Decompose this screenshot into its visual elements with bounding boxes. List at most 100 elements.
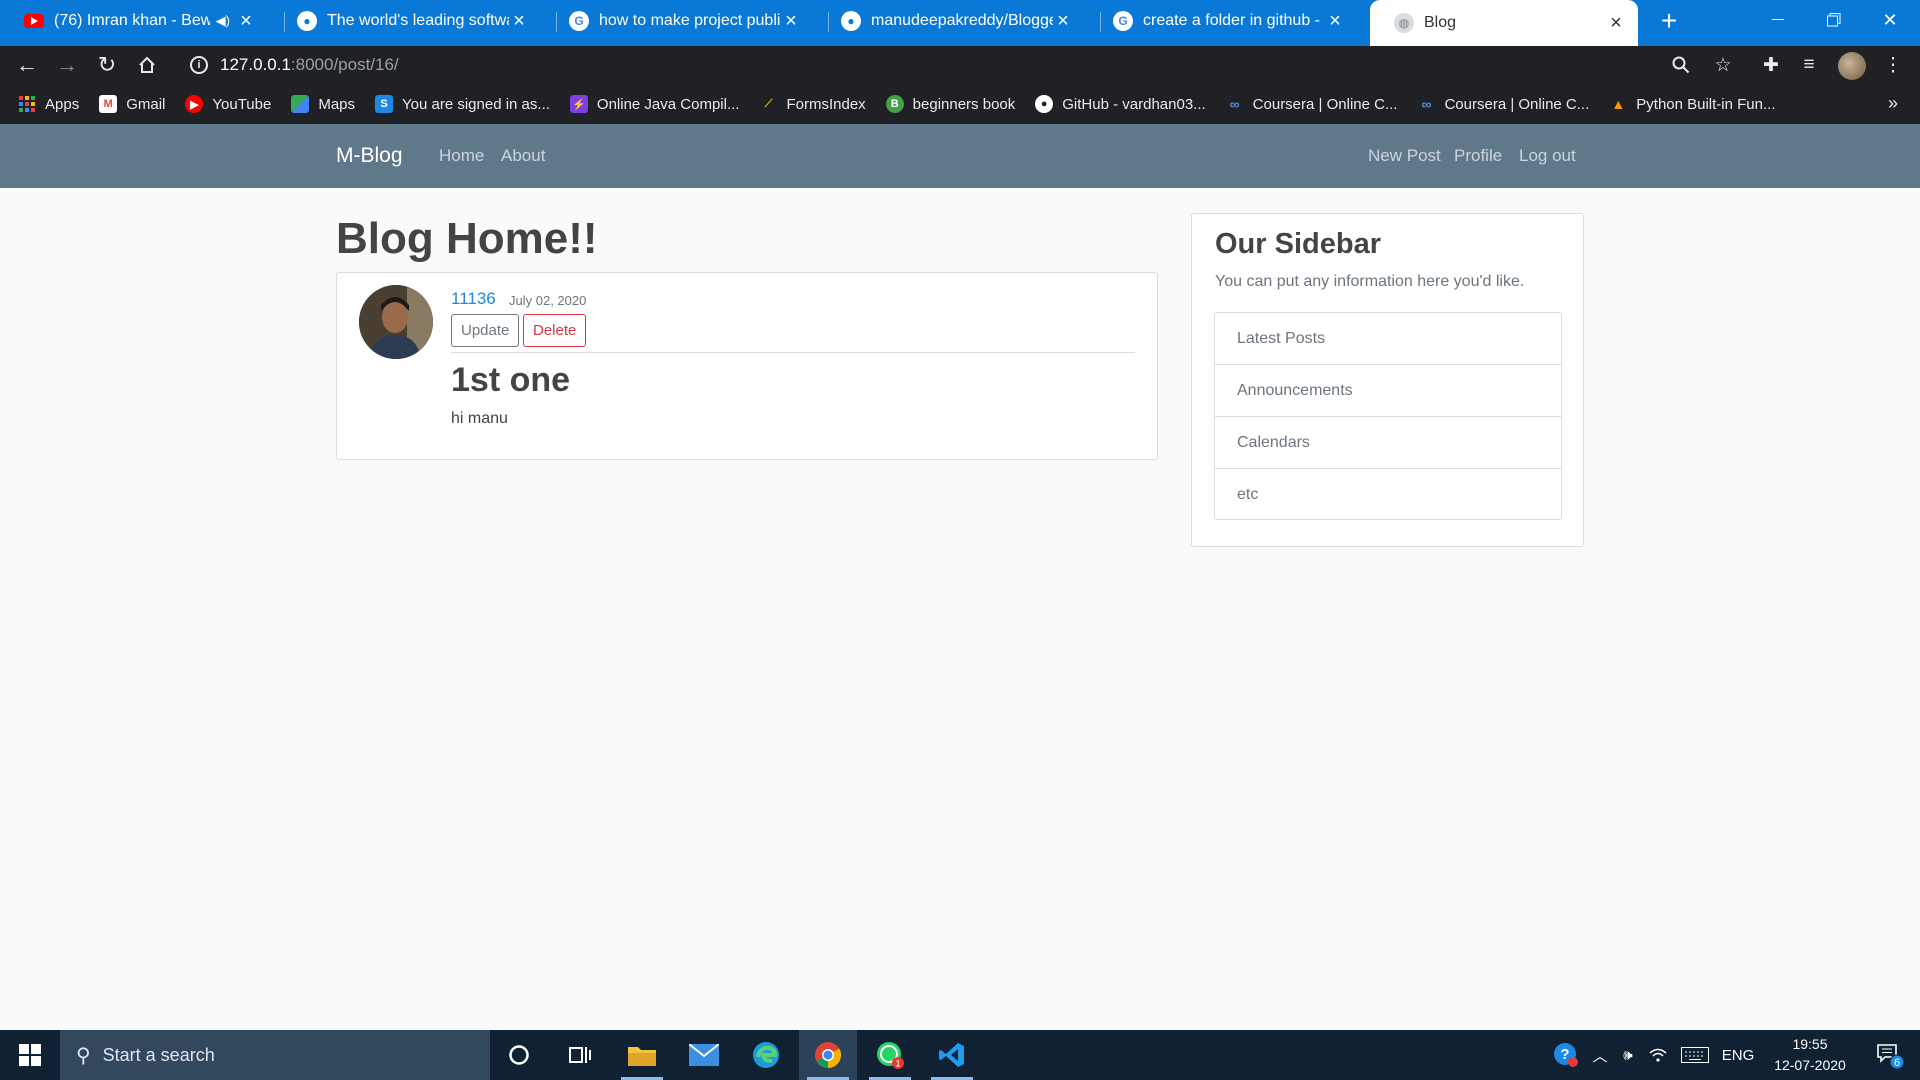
post-author-link[interactable]: 11136 xyxy=(451,289,496,309)
close-tab-icon[interactable]: × xyxy=(781,11,801,31)
tab-title: how to make project public i xyxy=(599,12,781,29)
more-bookmarks-icon[interactable]: » xyxy=(1888,93,1898,114)
author-avatar xyxy=(359,285,433,359)
bookmark-label: Coursera | Online C... xyxy=(1252,95,1398,113)
bookmark-label: YouTube xyxy=(212,95,272,113)
input-language[interactable]: ENG xyxy=(1718,1030,1758,1080)
bookmark-label: Apps xyxy=(45,95,80,113)
bookmark-github[interactable]: ● GitHub - vardhan03... xyxy=(1035,95,1206,113)
system-clock[interactable]: 19:55 12-07-2020 xyxy=(1760,1034,1860,1076)
bookmark-coursera-1[interactable]: ∞ Coursera | Online C... xyxy=(1226,95,1398,113)
bookmark-coursera-2[interactable]: ∞ Coursera | Online C... xyxy=(1417,95,1589,113)
gmail-icon: M xyxy=(99,95,118,113)
close-tab-icon[interactable]: × xyxy=(509,11,529,31)
bolt-icon: ⚡ xyxy=(569,95,588,113)
windows-start-icon[interactable] xyxy=(0,1030,60,1080)
cortana-icon[interactable] xyxy=(490,1030,548,1080)
address-bar[interactable]: i 127.0.0.1:8000/post/16/ xyxy=(176,48,1696,82)
nav-about-link[interactable]: About xyxy=(501,146,545,166)
bookmarks-bar: Apps M Gmail ▶ YouTube Maps S You are si… xyxy=(0,84,1920,124)
google-icon: G xyxy=(1113,11,1133,31)
bookmark-python[interactable]: ▲ Python Built-in Fun... xyxy=(1609,95,1775,113)
nav-new-post-link[interactable]: New Post xyxy=(1368,146,1441,166)
post-title: 1st one xyxy=(451,361,571,399)
github-icon: ● xyxy=(1035,95,1054,113)
back-icon[interactable]: ← xyxy=(12,50,42,80)
forward-icon[interactable]: → xyxy=(52,50,82,80)
tab-github-repo[interactable]: ● manudeepakreddy/Blogger: × xyxy=(817,0,1085,42)
bookmark-beginners-book[interactable]: B beginners book xyxy=(885,95,1016,113)
speaker-icon[interactable]: ◀) xyxy=(216,13,230,29)
bookmark-java-compiler[interactable]: ⚡ Online Java Compil... xyxy=(569,95,740,113)
tab-google-search-1[interactable]: G how to make project public i × xyxy=(545,0,813,42)
tab-google-search-2[interactable]: G create a folder in github - Go × xyxy=(1089,0,1357,42)
wifi-icon[interactable] xyxy=(1644,1030,1672,1080)
chrome-icon[interactable] xyxy=(799,1030,857,1080)
extensions-icon[interactable]: ✚ xyxy=(1756,50,1786,80)
bookmark-label: FormsIndex xyxy=(786,95,866,113)
zoom-search-icon[interactable] xyxy=(1666,50,1696,80)
coursera-icon: ∞ xyxy=(1421,96,1432,112)
tab-blog-active[interactable]: ◍ Blog × xyxy=(1370,0,1638,46)
reload-icon[interactable]: ↻ xyxy=(92,50,122,80)
whatsapp-icon[interactable]: 1 xyxy=(861,1030,919,1080)
task-view-icon[interactable] xyxy=(551,1030,609,1080)
home-icon[interactable] xyxy=(132,50,162,80)
sidebar-item-latest-posts[interactable]: Latest Posts xyxy=(1215,313,1561,365)
bookmark-label: beginners book xyxy=(912,95,1016,113)
restore-button[interactable] xyxy=(1806,0,1862,40)
profile-avatar[interactable] xyxy=(1838,52,1866,80)
sidebar-item-calendars[interactable]: Calendars xyxy=(1215,417,1561,469)
file-explorer-icon[interactable] xyxy=(613,1030,671,1080)
keyboard-icon[interactable] xyxy=(1678,1030,1712,1080)
tab-youtube[interactable]: (76) Imran khan - Bewafa ◀) × xyxy=(0,0,268,42)
edge-icon[interactable] xyxy=(737,1030,795,1080)
browser-toolbar: ← → ↻ i 127.0.0.1:8000/post/16/ ☆ ✚ ≡ ⋮ xyxy=(0,46,1920,84)
clock-date: 12-07-2020 xyxy=(1774,1057,1846,1073)
bookmark-label: Gmail xyxy=(126,95,166,113)
mail-icon[interactable] xyxy=(675,1030,733,1080)
menu-kebab-icon[interactable]: ⋮ xyxy=(1878,50,1908,80)
minimize-button[interactable] xyxy=(1750,0,1806,40)
bookmark-gmail[interactable]: M Gmail xyxy=(99,95,165,113)
site-info-icon[interactable]: i xyxy=(190,56,208,74)
windows-taskbar: ⚲ Start a search 1 ? ︿ 🕪 ENG 19:55 12-07… xyxy=(0,1030,1920,1080)
bookmark-star-icon[interactable]: ☆ xyxy=(1708,50,1738,80)
site-brand[interactable]: M-Blog xyxy=(336,144,403,168)
close-window-button[interactable]: ✕ xyxy=(1862,0,1918,40)
coursera-icon: ∞ xyxy=(1229,96,1240,112)
sidebar-list: Latest Posts Announcements Calendars etc xyxy=(1214,312,1562,520)
close-tab-icon[interactable]: × xyxy=(1325,11,1345,31)
bookmark-label: Online Java Compil... xyxy=(596,95,740,113)
volume-icon[interactable]: 🕪 xyxy=(1614,1030,1642,1080)
show-hidden-icons-chevron-icon[interactable]: ︿ xyxy=(1588,1030,1612,1080)
taskbar-search-box[interactable]: ⚲ Start a search xyxy=(60,1030,490,1080)
clock-time: 19:55 xyxy=(1792,1036,1828,1052)
tab-github-home[interactable]: ● The world's leading software × xyxy=(273,0,541,42)
bookmark-youtube[interactable]: ▶ YouTube xyxy=(185,95,271,113)
sidebar-item-announcements[interactable]: Announcements xyxy=(1215,365,1561,417)
site-navbar: M-Blog Home About New Post Profile Log o… xyxy=(0,124,1920,188)
vscode-icon[interactable] xyxy=(923,1030,981,1080)
notifications-icon[interactable]: 6 xyxy=(1868,1030,1912,1080)
s-icon: S xyxy=(375,95,394,113)
github-icon: ● xyxy=(297,11,317,31)
close-tab-icon[interactable]: × xyxy=(1053,11,1073,31)
update-post-button[interactable]: Update xyxy=(451,314,520,347)
close-tab-icon[interactable]: × xyxy=(1606,13,1626,33)
help-icon[interactable]: ? xyxy=(1548,1030,1584,1080)
close-tab-icon[interactable]: × xyxy=(236,11,256,31)
bookmark-maps[interactable]: Maps xyxy=(291,95,355,113)
tab-title: manudeepakreddy/Blogger: xyxy=(871,12,1053,29)
nav-home-link[interactable]: Home xyxy=(439,146,484,166)
new-tab-button[interactable]: + xyxy=(1653,6,1685,38)
nav-profile-link[interactable]: Profile xyxy=(1454,146,1502,166)
search-placeholder: Start a search xyxy=(102,1044,215,1065)
nav-logout-link[interactable]: Log out xyxy=(1519,146,1576,166)
bookmark-formsindex[interactable]: ⟋ FormsIndex xyxy=(759,95,866,113)
bookmark-signed-in[interactable]: S You are signed in as... xyxy=(375,95,550,113)
delete-post-button[interactable]: Delete xyxy=(523,314,587,347)
media-control-icon[interactable]: ≡ xyxy=(1794,50,1824,80)
bookmark-apps[interactable]: Apps xyxy=(18,95,79,113)
sidebar-item-etc[interactable]: etc xyxy=(1215,469,1561,519)
